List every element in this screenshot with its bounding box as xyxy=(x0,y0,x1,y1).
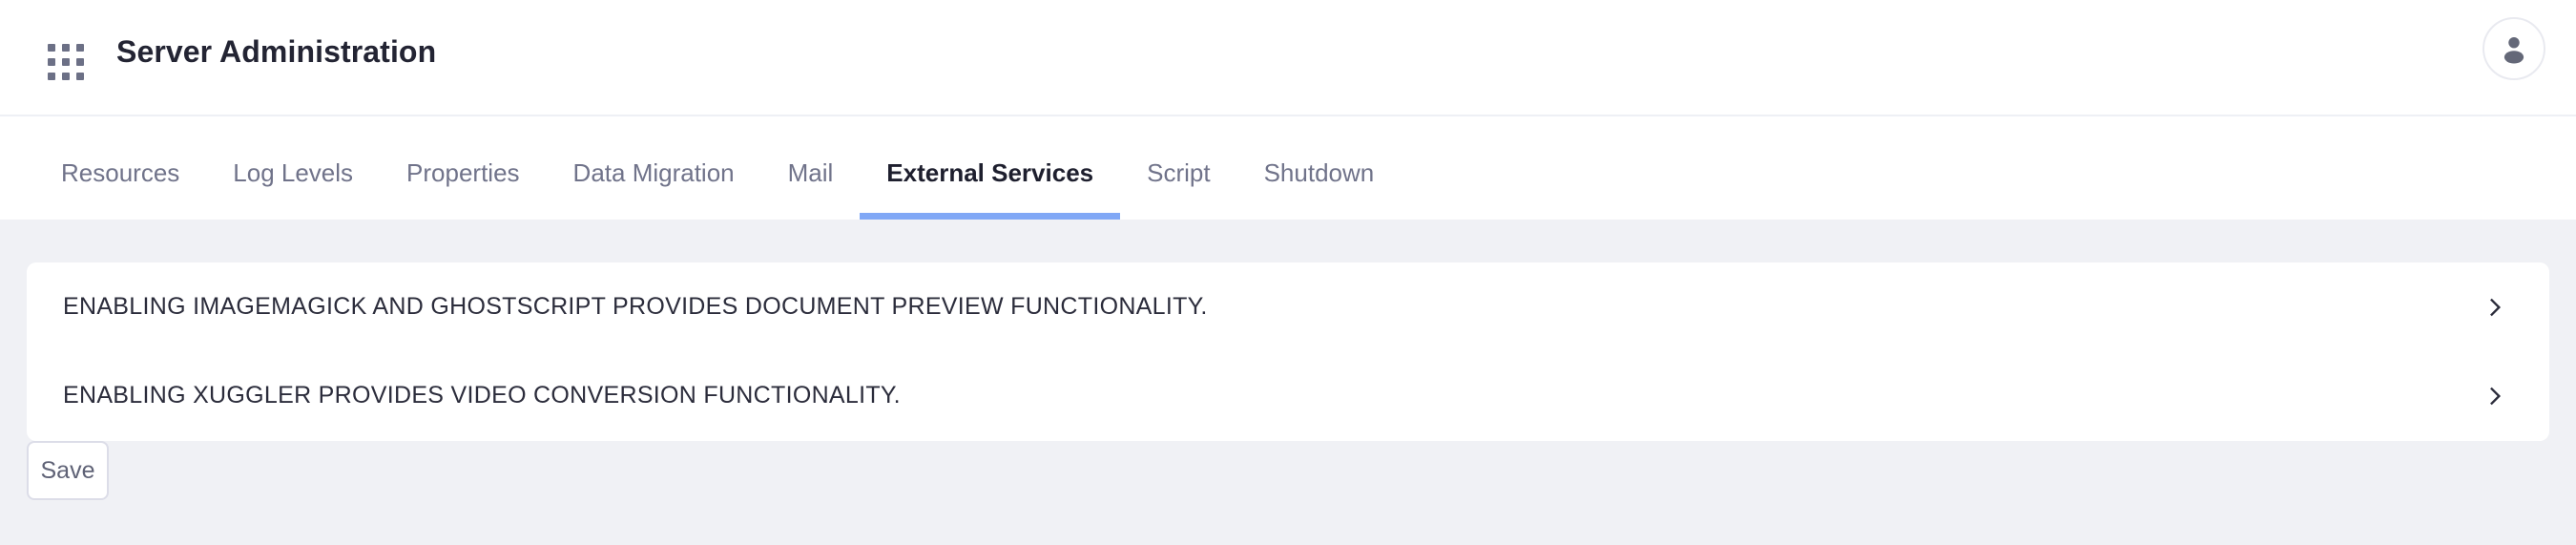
grid-cell xyxy=(76,44,84,52)
tab-bar: Resources Log Levels Properties Data Mig… xyxy=(0,116,2576,220)
user-avatar-button[interactable] xyxy=(2483,17,2545,80)
app-header: Server Administration xyxy=(0,0,2576,116)
grid-cell xyxy=(48,58,55,66)
tab-label: Resources xyxy=(61,158,180,187)
grid-cell xyxy=(62,44,70,52)
grid-cell xyxy=(76,73,84,80)
tab-list: Resources Log Levels Properties Data Mig… xyxy=(34,116,1401,220)
grid-cell xyxy=(76,58,84,66)
server-administration-page: Server Administration Resources Log Leve… xyxy=(0,0,2576,545)
chevron-right-icon[interactable] xyxy=(2483,384,2507,409)
grid-cell xyxy=(48,44,55,52)
tab-log-levels[interactable]: Log Levels xyxy=(206,116,380,220)
tab-data-migration[interactable]: Data Migration xyxy=(547,116,761,220)
grid-cell xyxy=(48,73,55,80)
service-row-imagemagick-ghostscript[interactable]: ENABLING IMAGEMAGICK AND GHOSTSCRIPT PRO… xyxy=(27,262,2549,351)
service-row-xuggler[interactable]: ENABLING XUGGLER PROVIDES VIDEO CONVERSI… xyxy=(27,351,2549,440)
tab-label: Log Levels xyxy=(233,158,354,187)
user-avatar-icon xyxy=(2484,31,2544,67)
tab-label: Mail xyxy=(787,158,834,187)
tab-label: Properties xyxy=(406,158,520,187)
tab-resources[interactable]: Resources xyxy=(34,116,206,220)
tab-label: External Services xyxy=(886,158,1094,187)
external-services-panel: ENABLING IMAGEMAGICK AND GHOSTSCRIPT PRO… xyxy=(27,262,2549,441)
tab-mail[interactable]: Mail xyxy=(761,116,861,220)
page-title: Server Administration xyxy=(116,34,437,69)
service-row-label: ENABLING IMAGEMAGICK AND GHOSTSCRIPT PRO… xyxy=(63,293,1208,320)
tab-script[interactable]: Script xyxy=(1120,116,1236,220)
chevron-right-icon[interactable] xyxy=(2483,295,2507,320)
grid-apps-icon[interactable] xyxy=(48,44,84,80)
tab-external-services[interactable]: External Services xyxy=(860,116,1120,220)
tab-shutdown[interactable]: Shutdown xyxy=(1237,116,1402,220)
tab-label: Data Migration xyxy=(572,158,735,187)
tab-properties[interactable]: Properties xyxy=(380,116,547,220)
grid-cell xyxy=(62,58,70,66)
grid-cell xyxy=(62,73,70,80)
save-button[interactable]: Save xyxy=(27,441,109,500)
tab-label: Shutdown xyxy=(1263,158,1375,187)
tab-label: Script xyxy=(1147,158,1211,187)
service-row-label: ENABLING XUGGLER PROVIDES VIDEO CONVERSI… xyxy=(63,382,901,409)
